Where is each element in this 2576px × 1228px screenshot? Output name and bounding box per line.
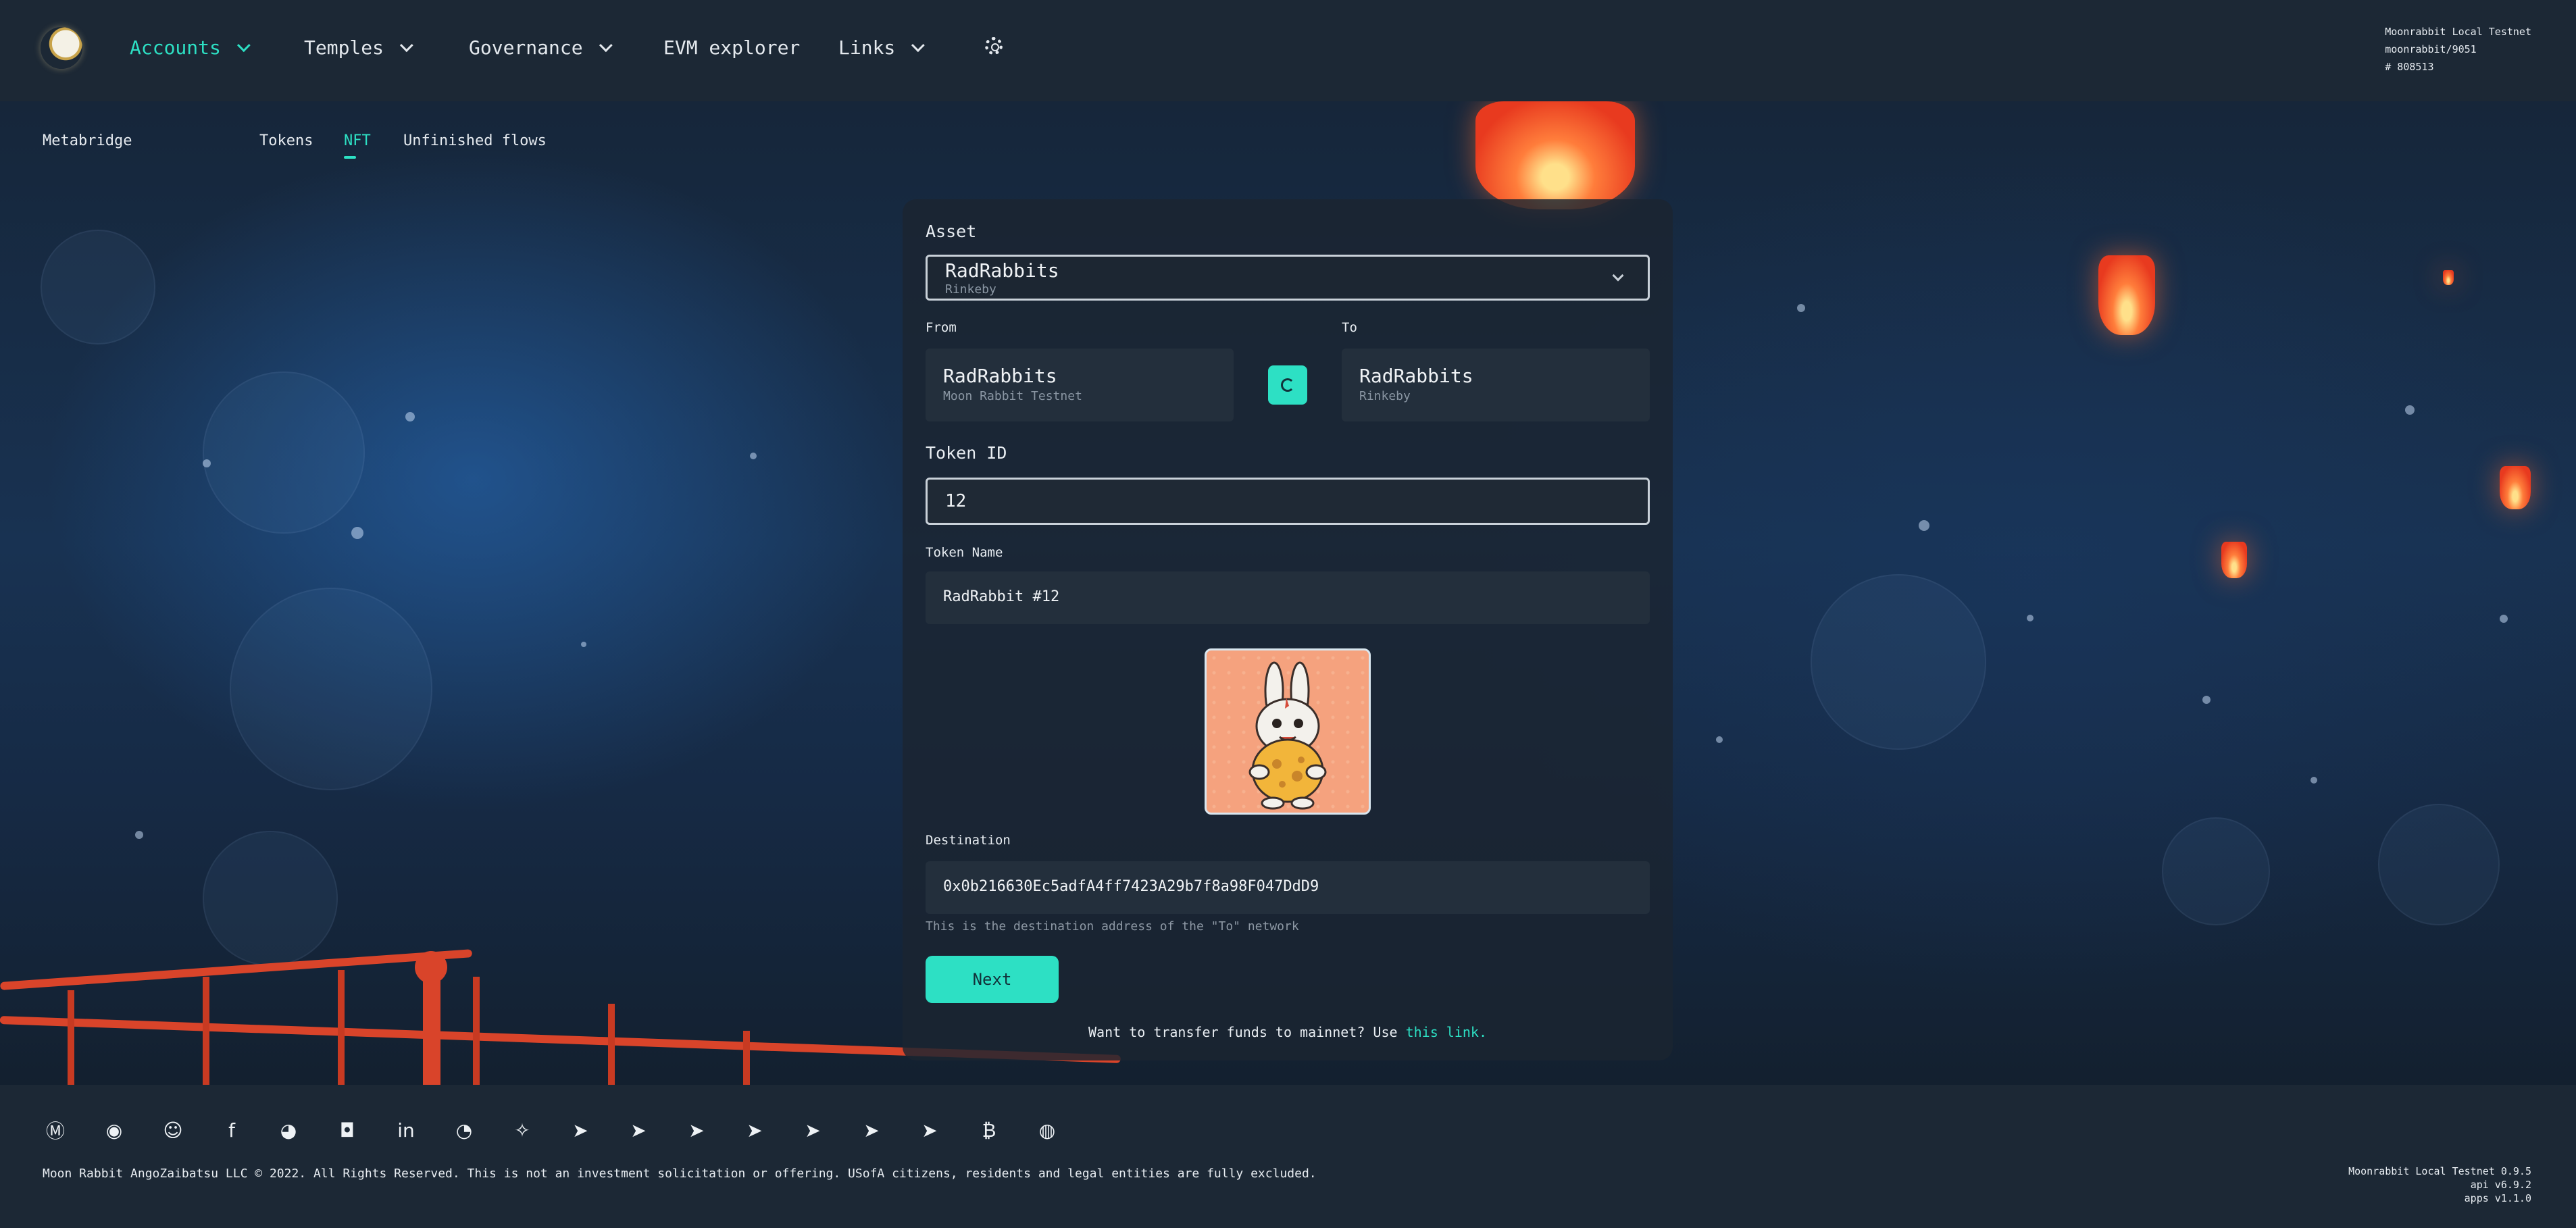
destination-help-text: This is the destination address of the "… — [926, 919, 1299, 933]
chevron-down-icon — [1612, 270, 1624, 282]
github-icon[interactable]: ◕ — [276, 1118, 301, 1142]
mainnet-hint-text: Want to transfer funds to mainnet? Use — [1088, 1024, 1398, 1040]
nav-temples-label: Temples — [304, 36, 384, 59]
moonrabbit-logo[interactable] — [41, 27, 82, 69]
lantern — [1475, 101, 1635, 209]
footer — [0, 1085, 2576, 1228]
discord-icon[interactable]: ☺ — [161, 1118, 185, 1142]
twitter-icon[interactable]: ✧ — [510, 1118, 534, 1142]
token-name-label: Token Name — [926, 545, 1003, 560]
block-number: # 808513 — [2385, 61, 2434, 73]
nav-accounts[interactable]: Accounts — [130, 34, 251, 61]
telegram-kr-icon[interactable]: ➤ — [684, 1118, 709, 1142]
telegram-icon[interactable]: ➤ — [568, 1118, 592, 1142]
destination-input[interactable]: 0x0b216630Ec5adfA4ff7423A29b7f8a98F047Dd… — [926, 861, 1650, 914]
chevron-down-icon — [236, 39, 251, 53]
nav-governance-label: Governance — [469, 36, 583, 59]
chevron-down-icon — [911, 39, 926, 53]
asset-label: Asset — [926, 222, 977, 241]
from-network-box[interactable]: RadRabbits Moon Rabbit Testnet — [926, 349, 1234, 421]
asset-select-network: Rinkeby — [945, 282, 996, 297]
to-network-name: Rinkeby — [1359, 389, 1411, 403]
swap-direction-button[interactable] — [1268, 365, 1307, 405]
nav-temples[interactable]: Temples — [304, 34, 413, 61]
weibo-icon[interactable]: ◍ — [1035, 1118, 1059, 1142]
chevron-down-icon — [599, 39, 613, 53]
linkedin-icon[interactable]: in — [394, 1118, 418, 1142]
network-name: Moonrabbit Local Testnet — [2385, 26, 2531, 38]
nav-evm-explorer[interactable]: EVM explorer — [663, 34, 800, 61]
from-token-name: RadRabbits — [943, 365, 1057, 387]
token-name-field: RadRabbit #12 — [926, 571, 1650, 624]
to-token-name: RadRabbits — [1359, 365, 1473, 387]
from-label: From — [926, 320, 957, 335]
coingecko-icon[interactable]: ◉ — [102, 1118, 126, 1142]
destination-value: 0x0b216630Ec5adfA4ff7423A29b7f8a98F047Dd… — [943, 878, 1319, 895]
apps-version: apps v1.1.0 — [2464, 1192, 2531, 1204]
mainnet-hint: Want to transfer funds to mainnet? Use t… — [903, 1024, 1673, 1040]
from-network-name: Moon Rabbit Testnet — [943, 389, 1082, 403]
tab-nft[interactable]: NFT — [344, 132, 371, 159]
nav-governance[interactable]: Governance — [469, 34, 613, 61]
telegram-cn-icon[interactable]: ➤ — [801, 1118, 825, 1142]
subnav-section-title: Metabridge — [43, 132, 132, 149]
lantern — [2443, 270, 2454, 285]
node-version: Moonrabbit Local Testnet 0.9.5 — [2348, 1165, 2531, 1177]
api-version: api v6.9.2 — [2470, 1179, 2531, 1191]
nft-preview-image — [1205, 648, 1371, 815]
nav-accounts-label: Accounts — [130, 36, 221, 59]
token-id-input[interactable] — [926, 478, 1650, 525]
gear-icon[interactable] — [985, 37, 1003, 55]
chevron-down-icon — [399, 39, 413, 53]
bitcoin-icon[interactable]: ₿ — [977, 1118, 1001, 1142]
instagram-icon[interactable]: ◘ — [335, 1118, 359, 1142]
coinmarketcap-icon[interactable]: Ⓜ — [43, 1118, 68, 1142]
nav-evm-explorer-label: EVM explorer — [663, 36, 801, 59]
token-id-label: Token ID — [926, 443, 1007, 463]
telegram-ru-icon[interactable]: ➤ — [742, 1118, 767, 1142]
mainnet-link[interactable]: this link. — [1406, 1024, 1487, 1040]
telegram-jp-icon[interactable]: ➤ — [626, 1118, 651, 1142]
network-info[interactable]: Moonrabbit Local Testnet moonrabbit/9051… — [2385, 23, 2531, 76]
to-network-box[interactable]: RadRabbits Rinkeby — [1342, 349, 1650, 421]
tab-tokens[interactable]: Tokens — [259, 132, 313, 149]
next-button[interactable]: Next — [926, 956, 1059, 1003]
nav-links-label: Links — [838, 36, 896, 59]
copyright-text: Moon Rabbit AngoZaibatsu LLC © 2022. All… — [43, 1167, 1317, 1181]
reddit-icon[interactable]: ◔ — [452, 1118, 476, 1142]
tab-unfinished-flows[interactable]: Unfinished flows — [403, 132, 547, 149]
asset-select-value: RadRabbits — [945, 259, 1059, 282]
nav-links[interactable]: Links — [838, 34, 926, 61]
lantern — [2098, 255, 2155, 335]
lantern — [2500, 466, 2531, 509]
asset-select[interactable]: RadRabbits Rinkeby — [926, 255, 1650, 301]
version-info: Moonrabbit Local Testnet 0.9.5 api v6.9.… — [2348, 1165, 2531, 1205]
telegram-en-icon[interactable]: ➤ — [917, 1118, 942, 1142]
network-spec: moonrabbit/9051 — [2385, 43, 2477, 55]
top-navbar: Accounts Temples Governance EVM explorer… — [0, 0, 2576, 101]
to-label: To — [1342, 320, 1357, 335]
telegram-tr-icon[interactable]: ➤ — [859, 1118, 884, 1142]
lantern — [2221, 542, 2247, 578]
token-name-value: RadRabbit #12 — [943, 588, 1060, 605]
destination-label: Destination — [926, 833, 1011, 848]
facebook-icon[interactable]: f — [220, 1118, 244, 1142]
